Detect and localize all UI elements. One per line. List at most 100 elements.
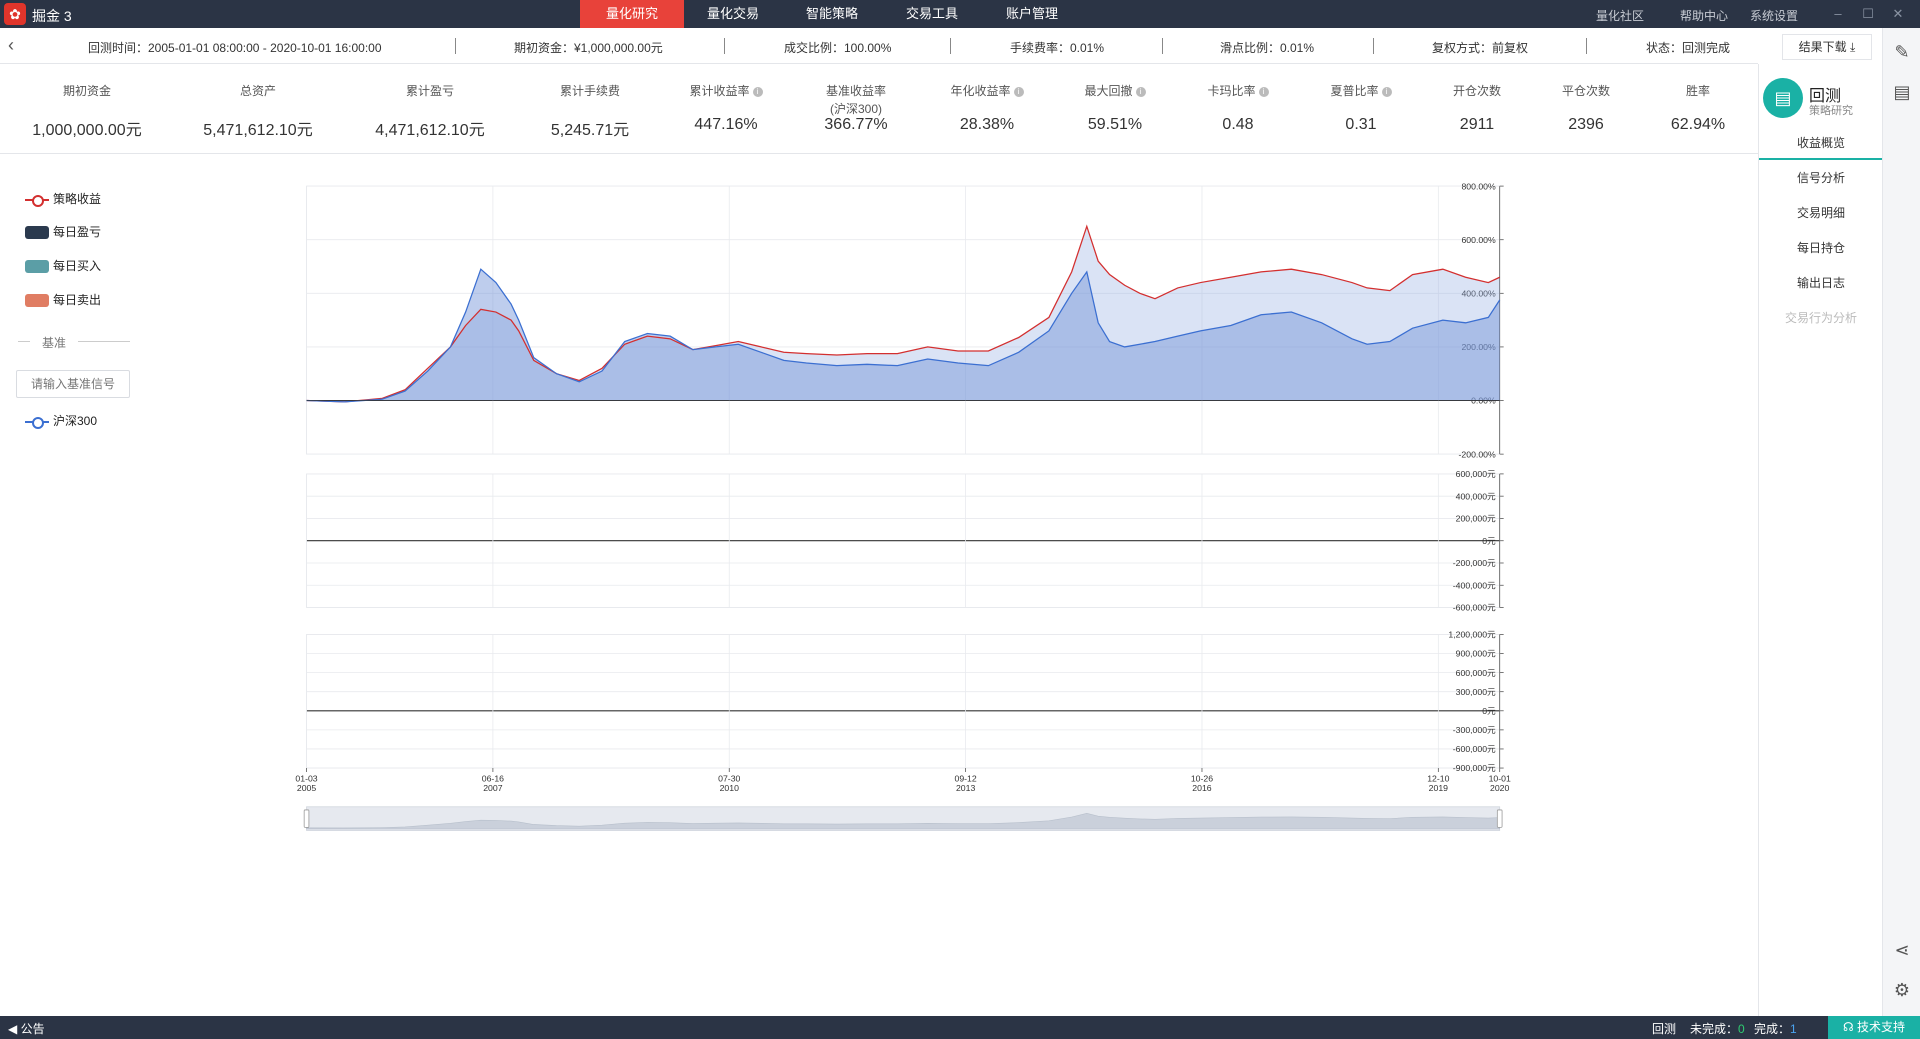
share-icon[interactable]: ⋖ [1890, 938, 1914, 962]
incomplete-label: 未完成： [1690, 1022, 1739, 1036]
y-tick-label: 0元 [1482, 536, 1496, 546]
x-tick-year: 2016 [1192, 783, 1211, 793]
quant-community-link[interactable]: 量化社区 [1596, 7, 1644, 24]
stat-label-text: 基准收益率 [825, 84, 886, 98]
document-icon: ▤ [1763, 78, 1803, 118]
tech-support-button[interactable]: ☊ 技术支持 [1828, 1016, 1920, 1039]
y-tick-label: 800.00% [1461, 181, 1496, 191]
info-icon[interactable]: i [1013, 86, 1024, 97]
divider [950, 38, 951, 54]
download-icon: ⤓ [1850, 40, 1856, 54]
system-settings-link[interactable]: 系统设置 [1750, 7, 1798, 24]
plot-frame [306, 634, 1501, 769]
backtest-header: ▤ 回测 策略研究 [1759, 70, 1883, 130]
status-info: 状态：回测完成 [1646, 41, 1731, 55]
app-title: 掘金 3 [32, 8, 72, 24]
stat-label-text: 夏普比率 [1330, 84, 1379, 98]
stat-label-text: 累计手续费 [559, 84, 620, 98]
download-label: 结果下载 [1798, 40, 1847, 54]
y-tick-label: 600,000元 [1456, 469, 1496, 479]
minimize-icon[interactable]: – [1828, 4, 1848, 24]
tab-daily-positions[interactable]: 每日持仓 [1759, 231, 1883, 265]
cumulative-return-chart: 800.00%600.00%400.00%200.00%0.00%-200.00… [306, 181, 1504, 459]
maximize-icon[interactable]: ☐ [1858, 4, 1878, 24]
y-tick-label: 1,200,000元 [1448, 630, 1496, 640]
complete-label: 完成： [1754, 1022, 1791, 1036]
time-range-navigator[interactable] [303, 806, 1503, 831]
headset-icon: ☊ [1842, 1020, 1854, 1034]
stat-label-text: 累计盈亏 [405, 84, 454, 98]
tab-trading-behavior: 交易行为分析 [1784, 311, 1857, 325]
tab-trading-tools[interactable]: 交易工具 [882, 0, 982, 28]
stat-label: 总资产 [168, 82, 348, 99]
stat-label-text: 期初资金 [62, 84, 111, 98]
y-tick-label: 0元 [1482, 706, 1496, 716]
info-icon[interactable]: i [752, 86, 763, 97]
notes-icon[interactable]: ▤ [1890, 80, 1914, 104]
x-tick-date: 12-10 [1427, 773, 1449, 783]
x-tick-year: 2013 [956, 783, 975, 793]
stat-label: 期初资金 [0, 82, 177, 99]
divider [724, 38, 725, 54]
divider [1373, 38, 1374, 54]
stat-value: 5,471,612.10元 [203, 122, 313, 139]
y-tick-label: 600.00% [1461, 235, 1496, 245]
announcement-link[interactable]: ◀ 公告 [8, 1020, 45, 1037]
edit-icon[interactable]: ✎ [1890, 40, 1914, 64]
x-tick-date: 06-16 [482, 773, 504, 783]
download-results-button[interactable]: 结果下载 ⤓ [1782, 34, 1872, 60]
backtest-period: 回测时间：2005-01-01 08:00:00 - 2020-10-01 16… [88, 41, 382, 55]
y-tick-label: -600,000元 [1453, 744, 1496, 754]
y-tick-label: 600,000元 [1456, 668, 1496, 678]
close-icon[interactable]: ✕ [1888, 4, 1908, 24]
adjust-mode-info: 复权方式：前复权 [1432, 41, 1529, 55]
daily-pnl-chart: 600,000元 400,000元 200,000元 0元 -200,000元 -400,… [306, 469, 1504, 613]
stat-label-text: 胜率 [1685, 84, 1710, 98]
tab-account-management[interactable]: 账户管理 [982, 0, 1082, 28]
daily-trade-chart: 1,200,000元 900,000元 600,000元 300,000元 0元 -300… [306, 630, 1504, 773]
gear-icon[interactable]: ⚙ [1890, 978, 1914, 1002]
tab-trade-details[interactable]: 交易明细 [1759, 196, 1883, 230]
y-tick-label: 300,000元 [1456, 687, 1496, 697]
navigator-left-handle [303, 809, 310, 828]
x-tick-year: 2019 [1429, 783, 1448, 793]
complete-count: 完成：1 [1754, 1020, 1797, 1037]
back-arrow-icon[interactable]: ‹ [8, 36, 28, 56]
edge-toolbar: ✎ ▤ ⋖ ⚙ [1882, 28, 1920, 1016]
tab-output-log[interactable]: 输出日志 [1759, 266, 1883, 300]
initial-capital-info: 期初资金：¥1,000,000.00元 [514, 41, 663, 55]
panel-subtitle: 策略研究 [1809, 105, 1853, 117]
info-icon[interactable]: i [1258, 86, 1269, 97]
y-tick-label: 200,000元 [1456, 514, 1496, 524]
tab-return-overview[interactable]: 收益概览 [1759, 126, 1883, 160]
x-tick-date: 10-01 [1489, 773, 1511, 783]
x-tick-year: 2010 [720, 783, 739, 793]
incomplete-value: 0 [1738, 1022, 1745, 1036]
announcement-label: 公告 [20, 1022, 45, 1036]
stat-sublabel: (沪深300) [829, 102, 882, 116]
complete-value: 1 [1790, 1022, 1797, 1036]
divider [1162, 38, 1163, 54]
stat-label-text: 累计收益率 [689, 84, 750, 98]
tab-quant-research[interactable]: 量化研究 [580, 0, 684, 28]
stat-value: 4,471,612.10元 [375, 122, 485, 139]
incomplete-count: 未完成：0 [1690, 1020, 1745, 1037]
x-tick-date: 07-30 [718, 773, 740, 783]
x-tick-date: 09-12 [954, 773, 976, 783]
help-center-link[interactable]: 帮助中心 [1680, 7, 1728, 24]
y-tick-label: 400,000元 [1456, 491, 1496, 501]
y-tick-label: -200,000元 [1453, 558, 1496, 568]
mode-label: 回测 [1652, 1022, 1677, 1036]
stat-label: 累计盈亏 [340, 82, 520, 99]
y-tick-label: -900,000元 [1453, 763, 1496, 773]
stat-label-text: 卡玛比率 [1207, 84, 1256, 98]
commission-info: 手续费率：0.01% [1010, 41, 1105, 55]
info-icon[interactable]: i [1135, 86, 1146, 97]
stat-label-text: 最大回撤 [1084, 84, 1133, 98]
x-tick-year: 2020 [1490, 783, 1509, 793]
slippage-info: 滑点比例：0.01% [1220, 41, 1315, 55]
tab-signal-analysis[interactable]: 信号分析 [1759, 161, 1883, 195]
tab-smart-strategy[interactable]: 智能策略 [782, 0, 882, 28]
tab-quant-trading[interactable]: 量化交易 [684, 0, 782, 28]
title-bar: ✿ 掘金 3 量化研究 量化交易 智能策略 交易工具 账户管理 量化社区 帮助中… [0, 0, 1920, 28]
